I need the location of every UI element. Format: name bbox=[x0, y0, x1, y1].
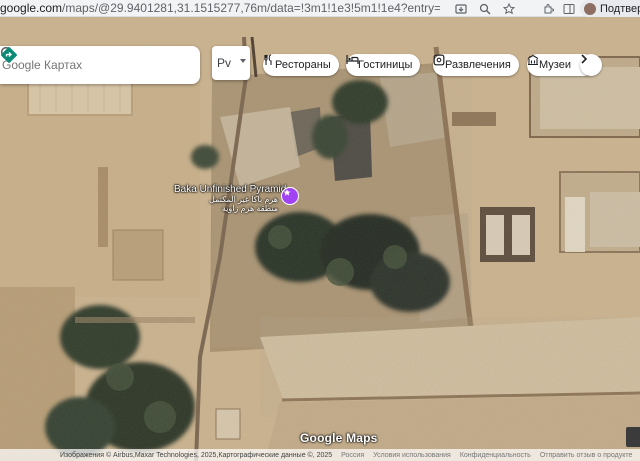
chip-hotels[interactable]: Гостиницы bbox=[346, 54, 421, 76]
map-layer-toggle[interactable]: Рv bbox=[212, 46, 250, 80]
country-label[interactable]: Россия bbox=[341, 452, 364, 459]
side-panel-icon[interactable] bbox=[558, 0, 580, 17]
search-button[interactable] bbox=[0, 46, 178, 79]
url-host: google.com bbox=[0, 1, 63, 15]
search-box bbox=[0, 46, 200, 84]
install-app-icon[interactable] bbox=[450, 0, 472, 17]
landmark-icon bbox=[283, 189, 291, 196]
attribution-bar: Изображения © Airbus,Maxar Technologies,… bbox=[0, 449, 640, 461]
chip-label: Развлечения bbox=[445, 59, 511, 71]
terms-link[interactable]: Условия использования bbox=[373, 452, 451, 459]
browser-address-bar: google.com/maps/@29.9401281,31.1515277,7… bbox=[0, 0, 640, 17]
directions-icon bbox=[1, 47, 17, 63]
url-field[interactable]: google.com/maps/@29.9401281,31.1515277,7… bbox=[0, 1, 440, 15]
poi-arabic-line-2: منطقة هرم زاوية bbox=[221, 204, 278, 213]
search-input[interactable] bbox=[2, 51, 157, 79]
poi-arabic-line-1: هرم باكا غير المكتمل bbox=[209, 195, 278, 204]
satellite-map[interactable]: Рv Рестораны Гостиницы Развлечения Музеи… bbox=[0, 17, 640, 461]
layer-label: Рv bbox=[217, 56, 232, 70]
poi-arabic-label: هرم باكا غير المكتمل منطقة هرم زاوية bbox=[208, 195, 278, 213]
zoom-icon[interactable] bbox=[474, 0, 496, 17]
chip-label: Музеи bbox=[539, 59, 571, 71]
chevron-down-icon bbox=[240, 59, 246, 63]
chevron-right-icon bbox=[581, 54, 588, 64]
google-maps-watermark: Google Maps bbox=[300, 431, 378, 445]
url-path: /maps/@29.9401281,31.1515277,76m/data=!3… bbox=[62, 1, 440, 15]
chip-label: Рестораны bbox=[275, 59, 331, 71]
imagery-attribution: Изображения © Airbus,Maxar Technologies,… bbox=[60, 451, 333, 459]
chip-label: Гостиницы bbox=[358, 59, 413, 71]
chips-scroll-right-button[interactable] bbox=[580, 54, 602, 76]
poi-marker[interactable] bbox=[281, 187, 299, 205]
poi-label[interactable]: Baka Unfinished Pyramid bbox=[174, 184, 286, 195]
chip-restaurants[interactable]: Рестораны bbox=[263, 54, 339, 76]
feedback-link[interactable]: Отправить отзыв о продукте bbox=[540, 452, 633, 459]
directions-button[interactable] bbox=[1, 47, 200, 79]
privacy-link[interactable]: Конфиденциальность bbox=[460, 452, 531, 459]
pegman-control[interactable] bbox=[626, 427, 640, 447]
extensions-icon[interactable] bbox=[538, 0, 560, 17]
chip-entertainment[interactable]: Развлечения bbox=[433, 54, 519, 76]
profile-label: Подтвер bbox=[600, 2, 640, 15]
profile-chip[interactable]: Подтвер bbox=[580, 0, 640, 17]
avatar bbox=[584, 2, 596, 15]
bookmark-star-icon[interactable] bbox=[498, 0, 520, 17]
